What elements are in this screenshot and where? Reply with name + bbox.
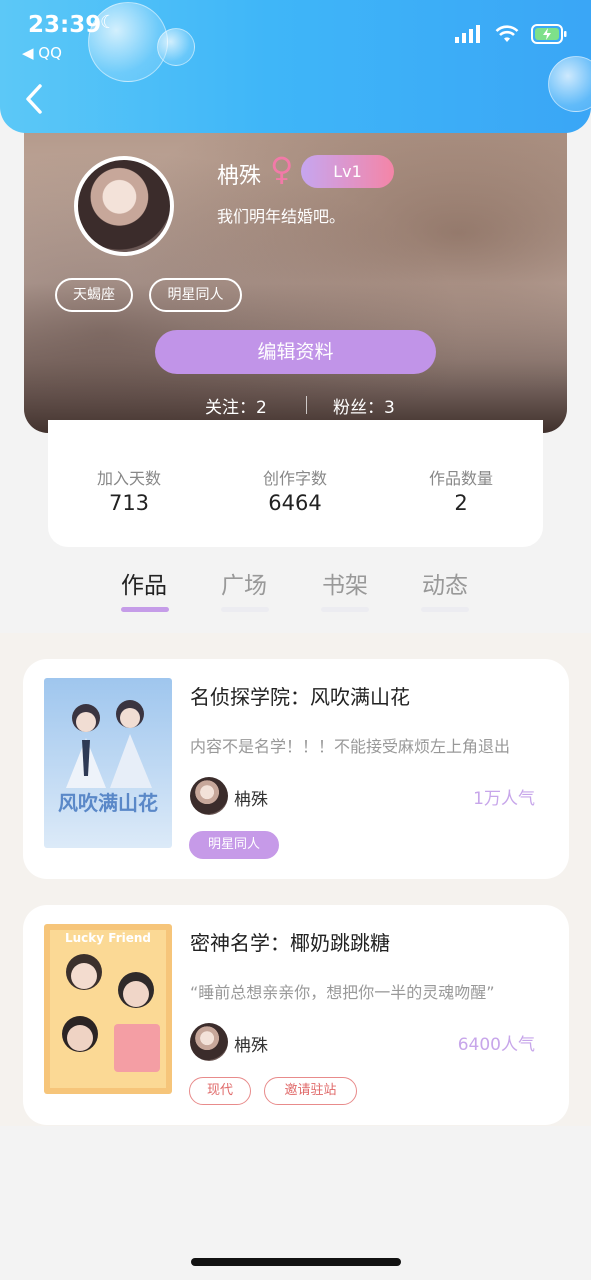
work-card[interactable]: Lucky Friend 密神名学：椰奶跳跳糖 “睡前总想亲亲你，想把你一半的灵… <box>23 905 569 1125</box>
book-cover[interactable]: 风吹满山花 <box>44 678 172 848</box>
back-to-app[interactable]: ◀ QQ <box>22 44 62 62</box>
back-arrow-icon[interactable] <box>22 82 48 116</box>
work-description: “睡前总想亲亲你，想把你一半的灵魂吻醒” <box>190 983 495 1002</box>
work-tag[interactable]: 明星同人 <box>189 831 279 859</box>
author-name: 柟殊 <box>234 790 268 810</box>
decor-bubble <box>548 56 591 112</box>
stat-works-count: 作品数量 2 <box>401 465 521 515</box>
stat-label: 作品数量 <box>428 469 493 488</box>
tab-underline <box>421 607 469 612</box>
tab-feed[interactable]: 动态 <box>405 566 485 600</box>
following-count[interactable]: 关注：2 <box>205 393 267 418</box>
tab-underline <box>221 607 269 612</box>
stat-value: 2 <box>454 491 468 515</box>
tab-indicator <box>121 607 169 612</box>
stats-panel: 加入天数 713 创作字数 6464 作品数量 2 <box>48 420 543 547</box>
stat-word-count: 创作字数 6464 <box>235 465 355 515</box>
cover-title: Lucky Friend <box>65 931 151 945</box>
user-name: 柟殊 <box>217 164 262 189</box>
status-time: 23:39 <box>28 12 102 38</box>
tab-underline <box>321 607 369 612</box>
status-icons <box>455 24 567 44</box>
author-avatar <box>190 777 228 815</box>
book-cover[interactable]: Lucky Friend <box>44 924 172 1094</box>
tab-square[interactable]: 广场 <box>204 566 284 600</box>
battery-icon <box>531 24 567 44</box>
avatar[interactable] <box>74 156 174 256</box>
work-title[interactable]: 密神名学：椰奶跳跳糖 <box>190 927 390 956</box>
work-description: 内容不是名学！！！不能接受麻烦左上角退出 <box>190 737 511 756</box>
edit-profile-button[interactable]: 编辑资料 <box>155 330 436 374</box>
author-name: 柟殊 <box>234 1036 268 1056</box>
decor-bubble <box>157 28 195 66</box>
popularity: 1万人气 <box>473 789 535 809</box>
profile-card: 柟殊 ♀ Lv1 我们明年结婚吧。 天蝎座 明星同人 编辑资料 关注：2 粉丝：… <box>24 100 567 433</box>
wifi-icon <box>495 25 519 42</box>
profile-tag: 明星同人 <box>149 278 242 312</box>
user-bio: 我们明年结婚吧。 <box>217 207 346 226</box>
stat-join-days: 加入天数 713 <box>69 465 189 515</box>
top-header: 23:39 ☾ ◀ QQ <box>0 0 591 133</box>
tab-works[interactable]: 作品 <box>104 566 184 600</box>
work-tag[interactable]: 现代 <box>189 1077 251 1105</box>
stat-value: 6464 <box>268 491 322 515</box>
stat-value: 713 <box>108 491 150 515</box>
stat-label: 加入天数 <box>96 469 161 488</box>
work-card[interactable]: 风吹满山花 名侦探学院：风吹满山花 内容不是名学！！！不能接受麻烦左上角退出 柟… <box>23 659 569 879</box>
moon-icon: ☾ <box>100 12 117 33</box>
female-icon: ♀ <box>270 150 294 188</box>
tab-bookshelf[interactable]: 书架 <box>305 566 385 600</box>
signal-icon <box>455 25 480 43</box>
divider <box>306 396 307 414</box>
cover-title: 风吹满山花 <box>58 791 158 815</box>
work-title[interactable]: 名侦探学院：风吹满山花 <box>190 681 410 710</box>
author-avatar <box>190 1023 228 1061</box>
home-indicator[interactable] <box>191 1258 401 1266</box>
profile-tag: 天蝎座 <box>55 278 133 312</box>
followers-count[interactable]: 粉丝：3 <box>333 393 395 418</box>
level-badge: Lv1 <box>301 155 394 188</box>
stat-label: 创作字数 <box>262 469 327 488</box>
work-tag[interactable]: 邀请驻站 <box>264 1077 357 1105</box>
popularity: 6400人气 <box>457 1035 535 1055</box>
